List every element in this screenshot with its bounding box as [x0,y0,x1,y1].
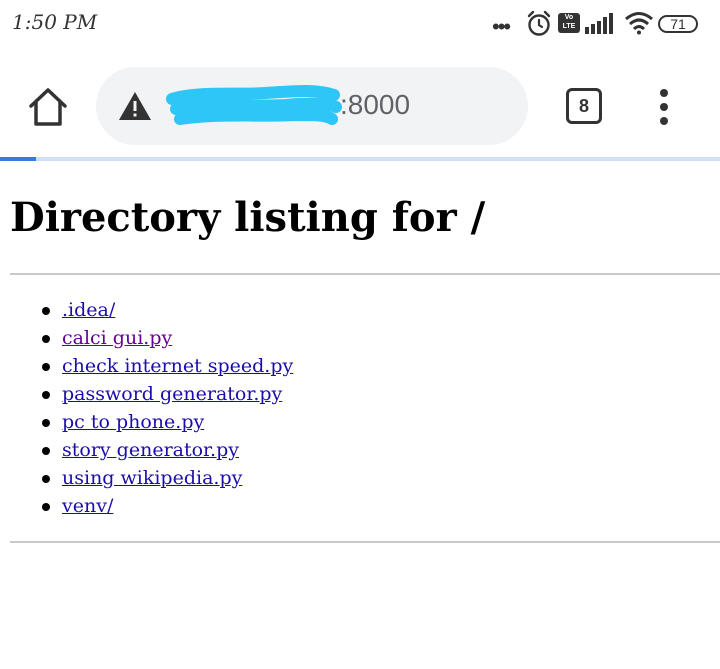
file-link[interactable]: pc to phone.py [62,411,204,433]
list-item: pc to phone.py [0,408,293,436]
file-link[interactable]: password generator.py [62,383,282,405]
divider-bottom [10,541,720,543]
wifi-icon [625,12,653,35]
bullet-icon [42,335,50,343]
list-item: password generator.py [0,380,293,408]
file-list: .idea/calci gui.py check internet speed.p… [0,296,293,520]
home-icon[interactable] [26,85,70,129]
page-load-progress [0,157,720,161]
list-item: calci gui.py [0,324,293,352]
more-dots-icon: ••• [492,14,511,39]
file-link[interactable]: calci gui.py [62,327,172,349]
file-link[interactable]: venv/ [62,495,113,517]
file-link[interactable]: using wikipedia.py [62,467,242,489]
progress-fill [0,157,36,161]
bullet-icon [42,503,50,511]
list-item: .idea/ [0,296,293,324]
signal-icon [585,13,613,34]
bullet-icon [42,475,50,483]
redaction-scribble [166,85,342,125]
list-item: using wikipedia.py [0,464,293,492]
bullet-icon [42,391,50,399]
list-item: check internet speed.py [0,352,293,380]
browser-toolbar: :8000 8 [0,55,720,155]
bullet-icon [42,447,50,455]
address-bar[interactable]: :8000 [96,67,528,145]
divider-top [10,273,720,275]
file-link[interactable]: .idea/ [62,299,115,321]
bullet-icon [42,307,50,315]
status-bar: 1:50 PM ••• Vo LTE 71 [0,0,720,50]
battery-icon: 71 [658,15,698,33]
file-link[interactable]: check internet speed.py [62,355,293,377]
status-time: 1:50 PM [12,10,98,34]
not-secure-warning-icon[interactable] [118,91,152,121]
url-text: :8000 [340,89,411,120]
alarm-icon [527,10,551,36]
bullet-icon [42,363,50,371]
list-item: story generator.py [0,436,293,464]
tab-switcher-button[interactable]: 8 [566,88,602,124]
page-title: Directory listing for / [10,194,486,241]
overflow-menu-icon[interactable] [656,89,672,125]
file-link[interactable]: story generator.py [62,439,239,461]
bullet-icon [42,419,50,427]
volte-icon: Vo LTE [558,13,580,33]
list-item: venv/ [0,492,293,520]
